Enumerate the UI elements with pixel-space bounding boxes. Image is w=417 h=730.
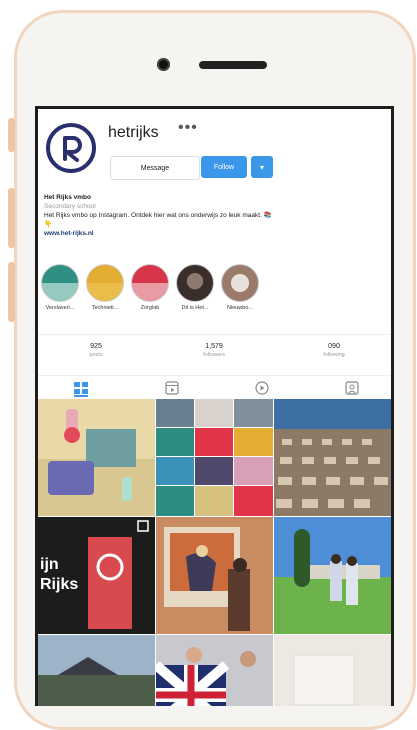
follow-button[interactable]: Follow xyxy=(201,156,247,178)
post-image xyxy=(38,635,155,706)
tab-tagged[interactable] xyxy=(345,381,359,395)
post-thumbnail[interactable]: ijn Rijks xyxy=(38,517,155,634)
highlight-label: Technieti... xyxy=(91,305,119,311)
reels-icon xyxy=(165,381,179,395)
bio-text-2: 👇 xyxy=(44,221,53,228)
svg-text:Rijks: Rijks xyxy=(40,576,78,593)
post-thumbnail[interactable] xyxy=(156,517,273,634)
highlight-cover xyxy=(176,264,214,302)
highlight-label: Zorglab xyxy=(140,305,160,311)
stat-posts: 925 posts xyxy=(56,343,136,358)
post-image xyxy=(156,399,273,516)
more-dots-icon[interactable]: ••• xyxy=(178,119,198,137)
profile-bio: Het Rijks vmbo Secondary school Het Rijk… xyxy=(44,193,384,238)
highlight-item[interactable]: Technieti... xyxy=(83,264,127,311)
speaker-grill xyxy=(199,61,267,69)
posts-label: posts xyxy=(89,352,103,358)
profile-name: Het Rijks vmbo xyxy=(44,194,91,201)
highlight-cover xyxy=(221,264,259,302)
highlight-item[interactable]: Zorglab xyxy=(128,264,172,311)
highlight-item[interactable]: Nieuwbo... xyxy=(218,264,262,311)
post-image xyxy=(156,517,273,634)
post-image xyxy=(38,399,155,516)
highlight-cover xyxy=(41,264,79,302)
tab-video[interactable] xyxy=(255,381,269,395)
following-count: 090 xyxy=(328,343,340,350)
post-image xyxy=(274,399,391,516)
profile-avatar[interactable] xyxy=(46,123,96,173)
posts-count: 925 xyxy=(90,343,102,350)
grid-icon xyxy=(74,382,88,394)
highlight-item[interactable]: Verslaveri... xyxy=(38,264,82,311)
bio-text: Het Rijks vmbo op Instagram. Ontdek hier… xyxy=(44,212,272,219)
post-thumbnail[interactable] xyxy=(156,399,273,516)
post-image: ijn Rijks xyxy=(38,517,155,634)
post-thumbnail[interactable] xyxy=(274,517,391,634)
tagged-icon xyxy=(345,381,359,395)
message-button[interactable]: Message xyxy=(110,156,200,180)
phone-screen: hetrijks ••• Message Follow ▾ Het Rijks … xyxy=(35,106,394,706)
post-thumbnail[interactable] xyxy=(274,635,391,706)
profile-stats: 925 posts 1,579 followers 090 following xyxy=(38,334,391,375)
highlight-item[interactable]: Dit is Het... xyxy=(173,264,217,311)
post-image xyxy=(274,635,391,706)
mute-switch xyxy=(8,118,15,152)
profile-tabs xyxy=(38,375,391,400)
post-thumbnail[interactable] xyxy=(38,399,155,516)
highlight-label: Dit is Het... xyxy=(181,305,209,311)
highlight-label: Nieuwbo... xyxy=(227,305,253,311)
post-thumbnail[interactable] xyxy=(156,635,273,706)
highlight-cover xyxy=(131,264,169,302)
stat-following[interactable]: 090 following xyxy=(294,343,374,358)
volume-up-button xyxy=(8,188,15,248)
suggested-accounts-button[interactable]: ▾ xyxy=(251,156,273,178)
instagram-profile: hetrijks ••• Message Follow ▾ Het Rijks … xyxy=(38,109,391,706)
profile-category: Secondary school xyxy=(44,203,96,210)
rijks-logo-icon xyxy=(63,136,82,162)
tab-reels[interactable] xyxy=(165,381,179,395)
following-label: following xyxy=(323,352,345,358)
post-thumbnail[interactable] xyxy=(274,399,391,516)
volume-down-button xyxy=(8,262,15,322)
post-image xyxy=(156,635,273,706)
stat-followers[interactable]: 1,579 followers xyxy=(174,343,254,358)
front-camera xyxy=(157,58,170,71)
profile-username: hetrijks xyxy=(108,124,159,141)
followers-count: 1,579 xyxy=(205,343,223,350)
followers-label: followers xyxy=(203,352,225,358)
post-thumbnail[interactable] xyxy=(38,635,155,706)
highlight-label: Verslaveri... xyxy=(45,305,75,311)
chevron-down-icon: ▾ xyxy=(259,162,264,172)
tab-grid[interactable] xyxy=(74,381,88,397)
website-link[interactable]: www.het-rijks.nl xyxy=(44,229,384,238)
post-image xyxy=(274,517,391,634)
highlight-cover xyxy=(86,264,124,302)
svg-text:ijn: ijn xyxy=(40,556,59,573)
video-icon xyxy=(255,381,269,395)
